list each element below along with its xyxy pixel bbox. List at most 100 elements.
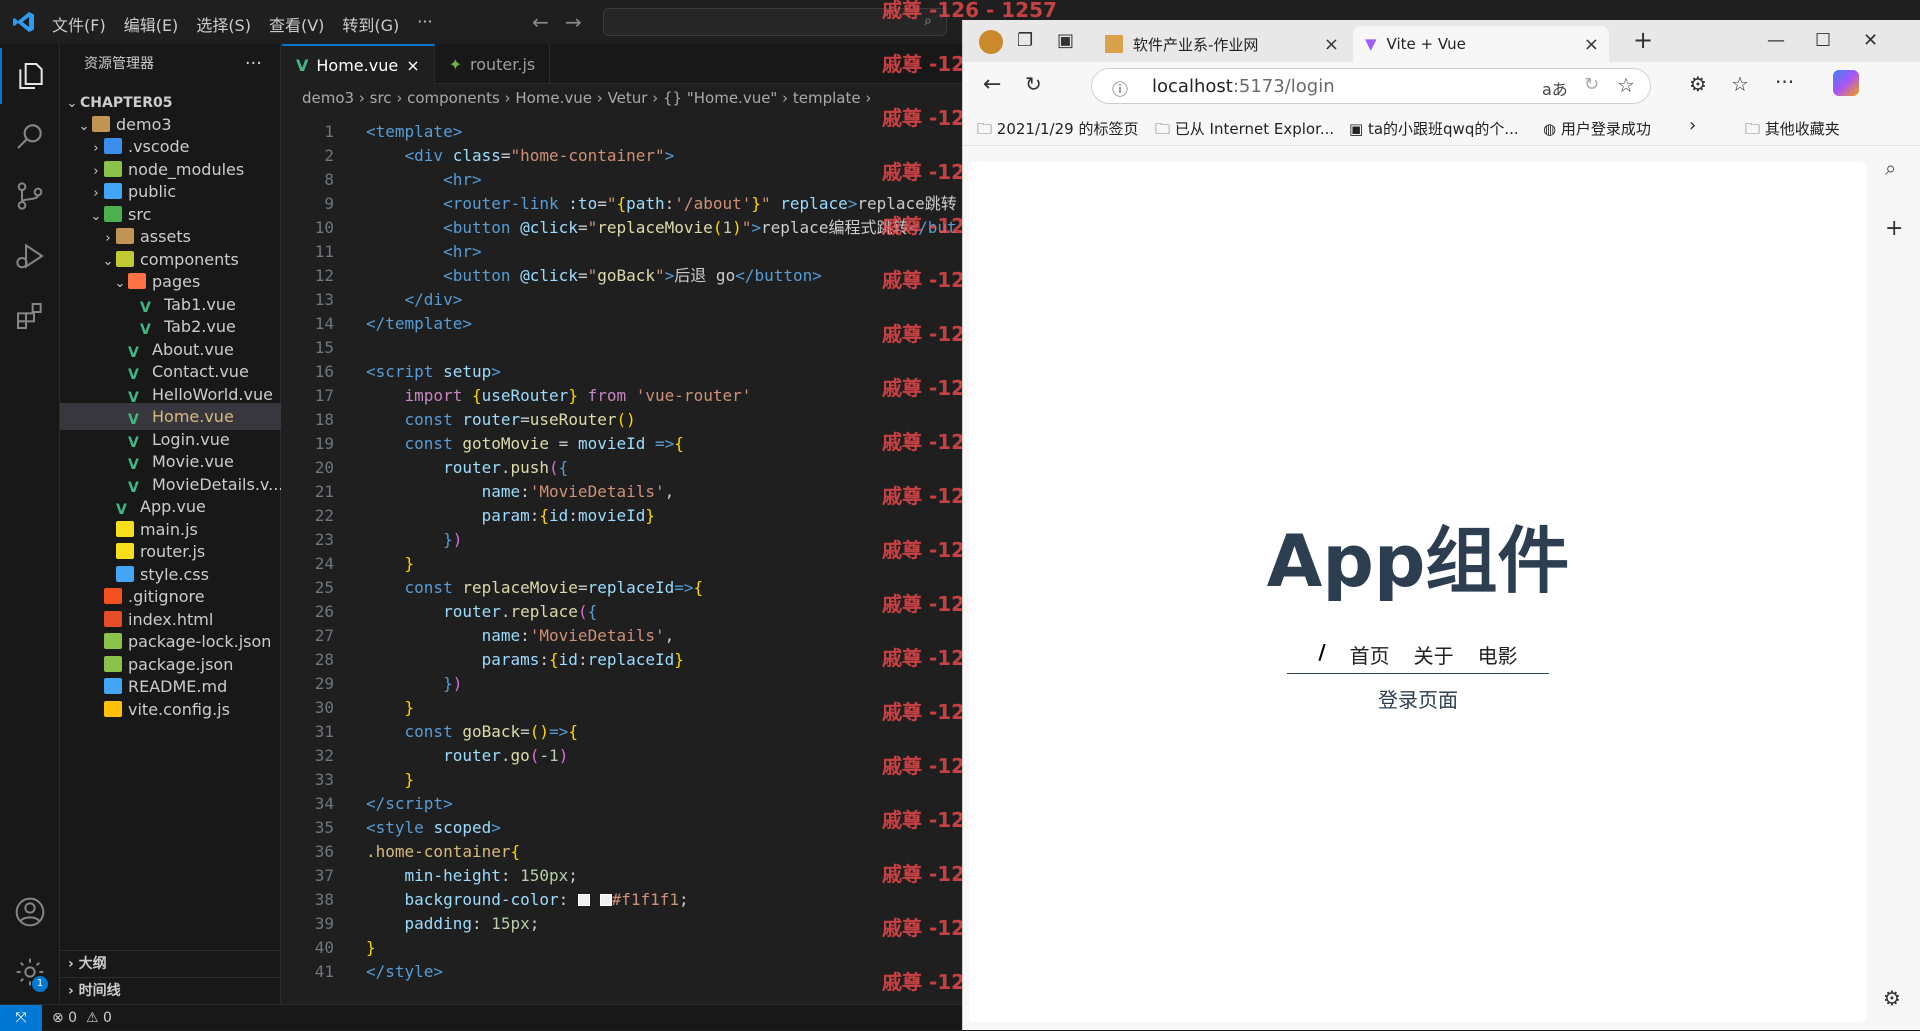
breadcrumb-item[interactable]: src: [370, 89, 392, 107]
code-line[interactable]: }: [366, 768, 415, 792]
sidebar-settings-icon[interactable]: ⚙: [1883, 986, 1901, 1010]
code-line[interactable]: .home-container{: [366, 840, 520, 864]
tab-home-vue[interactable]: V Home.vue ×: [282, 44, 435, 84]
maximize-icon[interactable]: ☐: [1815, 30, 1831, 51]
code-line[interactable]: router.push({: [366, 456, 568, 480]
back-arrow-icon[interactable]: ←: [532, 10, 549, 34]
explorer-icon[interactable]: [0, 48, 60, 104]
menu-edit[interactable]: 编辑(E): [124, 12, 179, 36]
account-icon[interactable]: [0, 884, 60, 940]
code-line[interactable]: <template>: [366, 120, 462, 144]
forward-arrow-icon[interactable]: →: [565, 10, 582, 34]
close-tab-icon[interactable]: ×: [1584, 34, 1599, 55]
code-line[interactable]: name:'MovieDetails',: [366, 480, 675, 504]
code-line[interactable]: import {useRouter} from 'vue-router': [366, 384, 752, 408]
settings-gear-icon[interactable]: 1: [0, 944, 60, 1000]
code-line[interactable]: </script>: [366, 792, 453, 816]
code-line[interactable]: padding: 15px;: [366, 912, 540, 936]
code-line[interactable]: }: [366, 552, 415, 576]
bookmark-folder-1[interactable]: 🗀 2021/1/29 的标签页: [977, 118, 1138, 144]
menu-file[interactable]: 文件(F): [52, 12, 106, 36]
bookmarks-overflow-chevron-icon[interactable]: ›: [1689, 115, 1696, 136]
code-editor[interactable]: 1 <template> 2 <div class="home-container"…: [282, 116, 962, 1004]
timeline-section[interactable]: › 时间线: [60, 977, 281, 1004]
favorites-icon[interactable]: ☆: [1731, 72, 1749, 96]
favorite-star-icon[interactable]: ☆: [1617, 73, 1635, 97]
breadcrumb-item[interactable]: Home.vue: [515, 89, 592, 107]
code-line[interactable]: <button @click="replaceMovie(1)">replace…: [366, 216, 957, 240]
menu-view[interactable]: 查看(V): [269, 12, 324, 36]
tab-actions-icon[interactable]: ▣: [1057, 30, 1074, 51]
code-line[interactable]: const replaceMovie=replaceId=>{: [366, 576, 704, 600]
menu-more[interactable]: ···: [417, 12, 432, 36]
code-line[interactable]: }: [366, 936, 376, 960]
code-line[interactable]: <script setup>: [366, 360, 501, 384]
status-warnings[interactable]: ⚠ 0: [86, 1005, 112, 1031]
code-line[interactable]: router.go(-1): [366, 744, 568, 768]
breadcrumb-item[interactable]: components: [407, 89, 500, 107]
site-info-icon[interactable]: ⓘ: [1112, 76, 1128, 100]
refresh-icon[interactable]: ↻: [1025, 72, 1042, 96]
close-tab-icon[interactable]: ×: [1324, 34, 1339, 55]
code-line[interactable]: <hr>: [366, 240, 482, 264]
close-window-icon[interactable]: ✕: [1863, 30, 1878, 51]
bookmark-folder-2[interactable]: 🗀 已从 Internet Explor...: [1155, 118, 1334, 144]
breadcrumb-item[interactable]: Vetur: [608, 89, 648, 107]
code-line[interactable]: background-color: #f1f1f1;: [366, 888, 689, 912]
bookmark-bilibili[interactable]: ▣ ta的小跟班qwq的个...: [1349, 118, 1519, 139]
new-tab-button[interactable]: +: [1633, 26, 1653, 54]
extensions-icon[interactable]: [0, 288, 60, 344]
add-sidebar-app-icon[interactable]: +: [1885, 216, 1903, 241]
code-line[interactable]: }): [366, 528, 462, 552]
nav-home-link[interactable]: 首页: [1350, 640, 1390, 673]
explorer-more-button[interactable]: ···: [245, 44, 262, 84]
menu-go[interactable]: 转到(G): [342, 12, 399, 36]
code-line[interactable]: params:{id:replaceId}: [366, 648, 684, 672]
source-control-icon[interactable]: [0, 168, 60, 224]
breadcrumb-item[interactable]: demo3: [302, 89, 354, 107]
code-line[interactable]: min-height: 150px;: [366, 864, 578, 888]
browser-tab-zuoye[interactable]: 软件产业系-作业网 ×: [1093, 26, 1349, 62]
run-debug-icon[interactable]: [0, 228, 60, 284]
code-line[interactable]: }: [366, 696, 415, 720]
bookmark-other-favorites[interactable]: 🗀 其他收藏夹: [1745, 118, 1840, 144]
more-menu-icon[interactable]: ···: [1775, 70, 1794, 94]
copilot-icon[interactable]: [1833, 70, 1859, 96]
search-icon[interactable]: ⌕: [1885, 156, 1896, 180]
status-errors[interactable]: ⊗ 0: [52, 1005, 77, 1031]
menu-selection[interactable]: 选择(S): [196, 12, 251, 36]
breadcrumb-item[interactable]: template: [793, 89, 861, 107]
code-line[interactable]: <router-link :to="{path:'/about'}" repla…: [366, 192, 957, 216]
nav-movie-link[interactable]: 电影: [1478, 640, 1518, 673]
breadcrumb-item[interactable]: {} "Home.vue": [663, 89, 777, 107]
extensions-icon[interactable]: ⚙: [1689, 72, 1707, 96]
outline-section[interactable]: › 大纲: [60, 950, 281, 977]
workspaces-icon[interactable]: ❐: [1017, 30, 1033, 51]
code-line[interactable]: <hr>: [366, 168, 482, 192]
code-line[interactable]: const gotoMovie = movieId =>{: [366, 432, 684, 456]
back-icon[interactable]: ←: [983, 72, 1001, 97]
profile-avatar[interactable]: [979, 30, 1003, 54]
nav-about-link[interactable]: 关于: [1414, 640, 1454, 673]
code-line[interactable]: router.replace({: [366, 600, 597, 624]
close-icon[interactable]: ×: [406, 56, 419, 75]
read-aloud-icon[interactable]: aあ: [1542, 76, 1568, 100]
bookmark-login[interactable]: ◍ 用户登录成功: [1543, 118, 1651, 139]
code-line[interactable]: const goBack=()=>{: [366, 720, 578, 744]
search-icon[interactable]: [0, 108, 60, 164]
code-line[interactable]: param:{id:movieId}: [366, 504, 655, 528]
translate-icon[interactable]: ↻: [1584, 74, 1599, 95]
code-line[interactable]: </div>: [366, 288, 463, 312]
code-line[interactable]: }): [366, 672, 462, 696]
code-line[interactable]: </template>: [366, 312, 472, 336]
code-line[interactable]: <style scoped>: [366, 816, 501, 840]
file-tree-item[interactable]: vite.config.js: [60, 696, 281, 723]
code-line[interactable]: const router=useRouter(): [366, 408, 636, 432]
code-line[interactable]: <button @click="goBack">后退 go</button>: [366, 264, 822, 288]
remote-icon[interactable]: ⤧: [0, 1005, 42, 1031]
code-line[interactable]: <div class="home-container">: [366, 144, 675, 168]
code-line[interactable]: name:'MovieDetails',: [366, 624, 675, 648]
nav-root-link[interactable]: /: [1318, 640, 1325, 673]
browser-tab-vite[interactable]: ▼ Vite + Vue ×: [1353, 26, 1609, 62]
minimize-icon[interactable]: —: [1767, 30, 1785, 51]
